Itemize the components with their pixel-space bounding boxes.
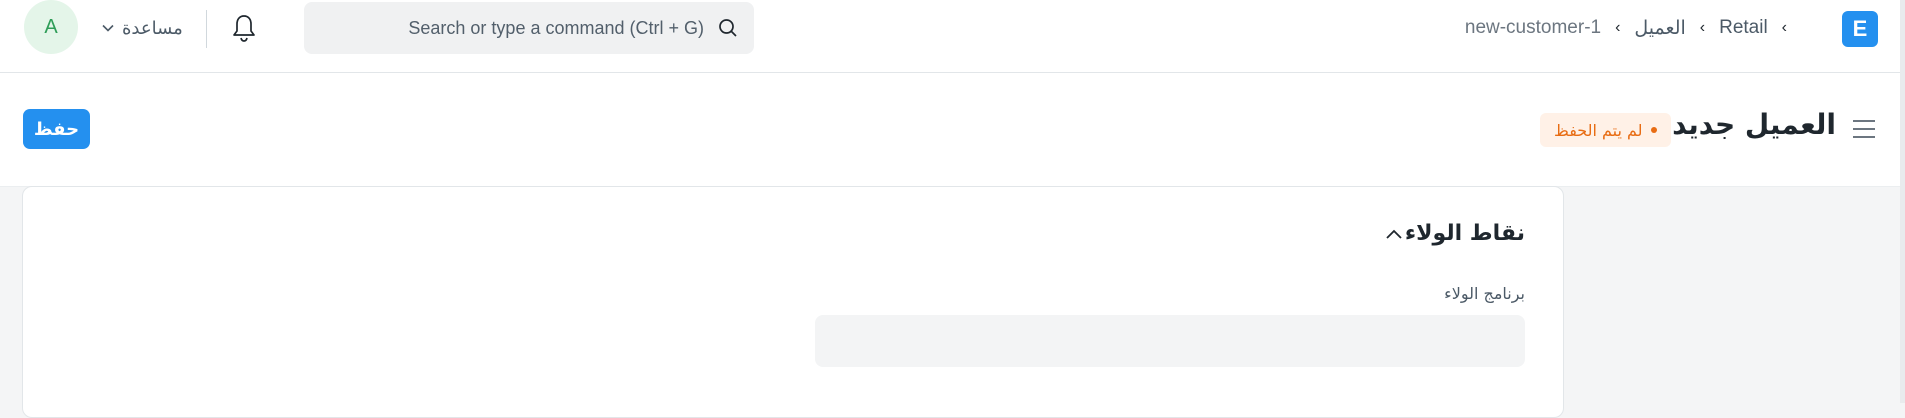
status-dot: [1650, 127, 1657, 133]
search-icon: [718, 18, 738, 38]
avatar[interactable]: A: [24, 0, 78, 54]
search-bar[interactable]: Search or type a command (Ctrl + G): [304, 2, 754, 54]
scrollbar-track[interactable]: [1900, 0, 1905, 403]
bell-icon[interactable]: [230, 12, 258, 44]
breadcrumb: ‹ Retail ‹ العميل ‹ new-customer-1: [1465, 14, 1787, 42]
divider: [206, 10, 207, 48]
menu-icon[interactable]: [1852, 118, 1876, 140]
breadcrumb-separator: ‹: [1781, 19, 1787, 36]
chevron-down-icon: [102, 21, 114, 35]
status-badge: لم يتم الحفظ: [1540, 113, 1671, 147]
page-header: حفظ لم يتم الحفظ العميل جديد: [0, 73, 1905, 187]
status-label: لم يتم الحفظ: [1554, 120, 1643, 140]
search-input[interactable]: Search or type a command (Ctrl + G): [408, 18, 704, 39]
section-title[interactable]: نقاط الولاء: [1405, 221, 1525, 246]
breadcrumb-item-retail[interactable]: Retail: [1719, 17, 1768, 39]
chevron-up-icon[interactable]: [1385, 227, 1403, 241]
navbar: A مساعدة Search or type a command (Ctrl …: [0, 0, 1905, 73]
loyalty-program-field[interactable]: [815, 315, 1525, 367]
page-title: العميل جديد: [1672, 108, 1836, 141]
help-label: مساعدة: [122, 17, 183, 38]
breadcrumb-separator: ‹: [1699, 19, 1706, 36]
breadcrumb-item-current: new-customer-1: [1464, 17, 1602, 38]
breadcrumb-separator: ‹: [1615, 19, 1621, 36]
app-logo[interactable]: E: [1842, 11, 1878, 47]
help-dropdown[interactable]: مساعدة: [102, 14, 183, 42]
loyalty-program-label: برنامج الولاء: [1444, 284, 1525, 303]
breadcrumb-item-customer[interactable]: العميل: [1634, 17, 1685, 40]
loyalty-section-card: نقاط الولاء برنامج الولاء: [22, 186, 1564, 418]
save-button[interactable]: حفظ: [23, 109, 90, 149]
